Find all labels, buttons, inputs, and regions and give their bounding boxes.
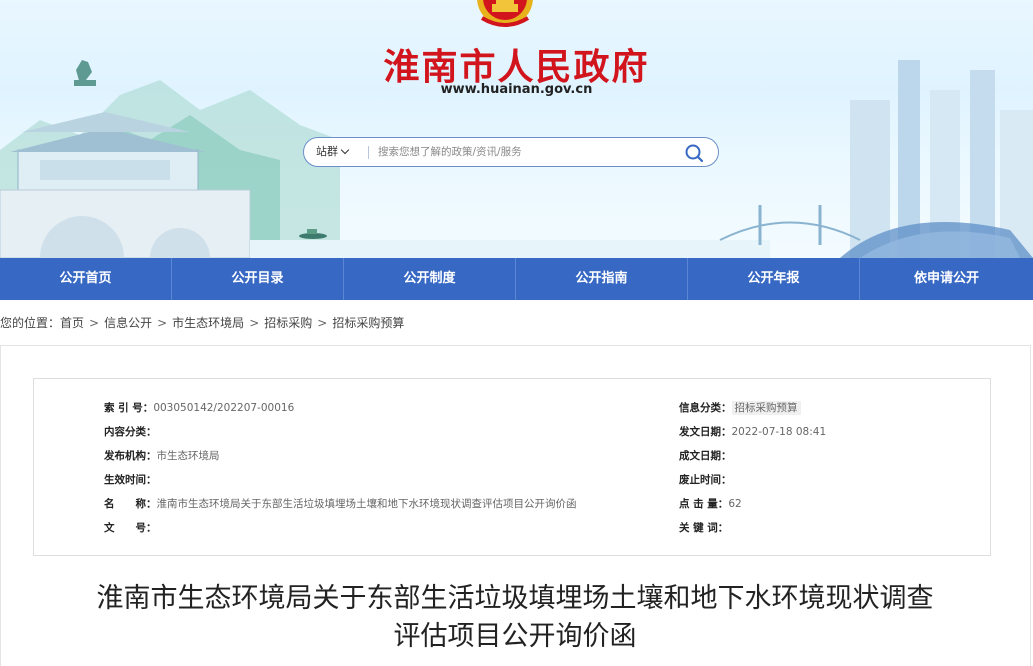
- meta-publish-date: 发文日期：2022-07-18 08:41: [679, 425, 826, 439]
- meta-label: 发布机构：: [104, 450, 157, 462]
- breadcrumb-separator: >: [249, 316, 260, 330]
- breadcrumb-separator: >: [317, 316, 328, 330]
- article-title: 淮南市生态环境局关于东部生活垃圾填埋场土壤和地下水环境现状调查 评估项目公开询价…: [20, 580, 1010, 656]
- article-title-line: 评估项目公开询价函: [393, 621, 637, 652]
- breadcrumb-item-bureau[interactable]: 市生态环境局: [172, 316, 244, 330]
- article-title-line: 淮南市生态环境局关于东部生活垃圾填埋场土壤和地下水环境现状调查: [96, 583, 934, 614]
- meta-value: 62: [728, 498, 742, 510]
- chevron-down-icon: [340, 145, 350, 155]
- breadcrumb-item-info[interactable]: 信息公开: [104, 316, 152, 330]
- breadcrumb-item-bidding[interactable]: 招标采购: [264, 316, 312, 330]
- page: 淮南市人民政府 www.huainan.gov.cn 站群 公开首页 公开目录 …: [0, 0, 1033, 666]
- meta-label: 关 键 词：: [679, 522, 729, 534]
- nav-item-apply[interactable]: 依申请公开: [860, 258, 1033, 300]
- meta-label: 文 号：: [104, 522, 157, 534]
- breadcrumb-item-budget[interactable]: 招标采购预算: [332, 316, 404, 330]
- meta-info-category: 信息分类： 招标采购预算: [679, 401, 801, 415]
- meta-name: 名 称：淮南市生态环境局关于东部生活垃圾填埋场土壤和地下水环境现状调查评估项目公…: [104, 497, 577, 511]
- nav-item-home[interactable]: 公开首页: [0, 258, 172, 300]
- search-icon[interactable]: [684, 143, 704, 163]
- meta-label: 信息分类：: [679, 402, 732, 414]
- header-banner: 淮南市人民政府 www.huainan.gov.cn 站群: [0, 0, 1033, 258]
- meta-label: 发文日期：: [679, 426, 732, 438]
- nav-item-catalog[interactable]: 公开目录: [172, 258, 344, 300]
- search-scope-dropdown[interactable]: 站群: [316, 138, 350, 166]
- meta-expiry-time: 废止时间：: [679, 473, 732, 487]
- document-meta-table: 索 引 号：003050142/202207-00016 内容分类： 发布机构：…: [33, 378, 991, 556]
- breadcrumb-item-home[interactable]: 首页: [60, 316, 84, 330]
- search-bar: 站群: [303, 137, 719, 167]
- meta-keywords: 关 键 词：: [679, 521, 728, 535]
- breadcrumb-separator: >: [89, 316, 100, 330]
- breadcrumb-prefix: 您的位置：: [0, 316, 61, 330]
- meta-label: 内容分类：: [104, 426, 157, 438]
- search-divider: [368, 146, 369, 159]
- meta-label: 废止时间：: [679, 474, 732, 486]
- meta-value: 003050142/202207-00016: [153, 402, 295, 414]
- meta-value: 2022-07-18 08:41: [731, 426, 827, 438]
- breadcrumb: 您的位置：首页 > 信息公开 > 市生态环境局 > 招标采购 > 招标采购预算: [0, 313, 404, 333]
- search-input[interactable]: [378, 141, 668, 163]
- meta-content-category: 内容分类：: [104, 425, 157, 439]
- meta-index-no: 索 引 号：003050142/202207-00016: [104, 401, 294, 415]
- nav-item-system[interactable]: 公开制度: [344, 258, 516, 300]
- meta-value: 招标采购预算: [731, 401, 801, 415]
- meta-effective-time: 生效时间：: [104, 473, 157, 487]
- nav-item-annual-report[interactable]: 公开年报: [688, 258, 860, 300]
- nav-item-guide[interactable]: 公开指南: [516, 258, 688, 300]
- breadcrumb-separator: >: [157, 316, 168, 330]
- meta-label: 点 击 量：: [679, 498, 729, 510]
- meta-label: 生效时间：: [104, 474, 157, 486]
- meta-label: 索 引 号：: [104, 402, 154, 414]
- meta-created-date: 成文日期：: [679, 449, 732, 463]
- meta-label: 成文日期：: [679, 450, 732, 462]
- search-scope-label: 站群: [316, 145, 338, 158]
- meta-label: 名 称：: [104, 498, 157, 510]
- main-nav: 公开首页 公开目录 公开制度 公开指南 公开年报 依申请公开: [0, 258, 1033, 300]
- site-url: www.huainan.gov.cn: [440, 82, 593, 97]
- national-emblem-icon: [477, 0, 533, 27]
- meta-value: 淮南市生态环境局关于东部生活垃圾填埋场土壤和地下水环境现状调查评估项目公开询价函: [156, 498, 577, 510]
- meta-value: 市生态环境局: [156, 450, 220, 462]
- meta-hits: 点 击 量：62: [679, 497, 742, 511]
- meta-publisher: 发布机构：市生态环境局: [104, 449, 220, 463]
- meta-doc-no: 文 号：: [104, 521, 157, 535]
